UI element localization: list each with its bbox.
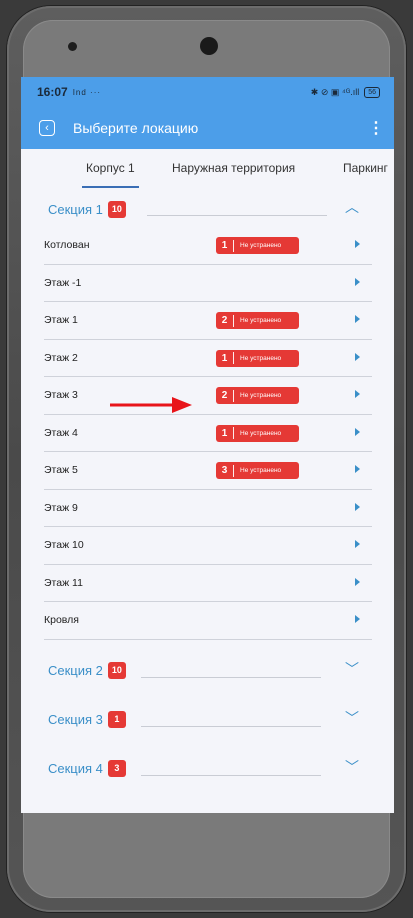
floor-row[interactable]: Котлован 1 Не устранено (21, 227, 394, 265)
chevron-right-icon[interactable] (355, 540, 360, 548)
status-signal-icons: ✱ ⊘ ▣ ⁴ᴳ.ıll (310, 86, 360, 97)
issue-status-badge: 2 Не устранено (216, 312, 299, 329)
section-3-header[interactable]: Секция 3 1 ﹀ (21, 695, 394, 744)
floor-label: Этаж 11 (44, 576, 83, 589)
chevron-up-icon[interactable]: ︿ (345, 197, 359, 217)
floor-row[interactable]: Этаж 10 (21, 527, 394, 565)
chevron-right-icon[interactable] (355, 352, 360, 361)
issue-status-text: Не устранено (240, 354, 282, 362)
section-divider (141, 774, 321, 776)
floor-row[interactable]: Этаж 4 1 Не устранено (21, 415, 394, 452)
section-count-badge: 1 (107, 710, 126, 728)
section-label: Секция 3 (48, 711, 103, 727)
section-4-header[interactable]: Секция 4 3 ﹀ (21, 744, 394, 793)
issue-count: 2 (221, 390, 228, 401)
chevron-right-icon[interactable] (355, 277, 360, 286)
issue-status-text: Не устранено (240, 242, 282, 249)
chevron-right-icon[interactable] (355, 465, 360, 473)
red-arrow-annotation (110, 397, 192, 413)
section-label: Секция 1 (48, 201, 103, 217)
tab-outdoor-area[interactable]: Наружная территория (172, 161, 295, 175)
floor-label: Этаж 9 (44, 501, 78, 514)
section-label: Секция 4 (48, 760, 103, 776)
row-divider (44, 638, 372, 640)
front-camera (200, 37, 218, 55)
issue-status-badge: 1 Не устранено (216, 349, 299, 367)
badge-separator (233, 389, 234, 402)
badge-separator (233, 239, 234, 252)
badge-separator (233, 314, 234, 327)
floor-row[interactable]: Этаж 9 (21, 490, 394, 527)
battery-icon: 56 (364, 86, 380, 98)
floor-label: Котлован (44, 239, 90, 251)
section-divider (141, 725, 321, 727)
chevron-right-icon[interactable] (355, 427, 360, 436)
chevron-right-icon[interactable] (355, 577, 360, 586)
tab-bar: Корпус 1 Наружная территория Паркинг (21, 149, 394, 189)
issue-status-text: Не устранено (240, 317, 282, 324)
screen: 16:07 Ind ··· ✱ ⊘ ▣ ⁴ᴳ.ıll 56 ‹ Выберите… (21, 77, 394, 813)
floor-row[interactable]: Этаж -1 (21, 265, 394, 302)
status-bar: 16:07 Ind ··· ✱ ⊘ ▣ ⁴ᴳ.ıll 56 (21, 77, 394, 107)
chevron-down-icon[interactable]: ﹀ (345, 757, 359, 777)
section-1-header[interactable]: Секция 1 10 ︿ (21, 191, 394, 227)
tab-korpus-1[interactable]: Корпус 1 (82, 161, 139, 188)
issue-status-badge: 2 Не устранено (216, 387, 299, 404)
chevron-left-icon: ‹ (45, 121, 49, 134)
chevron-down-icon[interactable]: ﹀ (345, 659, 359, 679)
app-bar: ‹ Выберите локацию ⋮ (21, 107, 394, 149)
floor-row[interactable]: Кровля (21, 602, 394, 640)
floor-label: Этаж 1 (44, 314, 78, 326)
floor-label: Этаж 5 (44, 464, 78, 476)
badge-separator (233, 464, 234, 477)
chevron-down-icon[interactable]: ﹀ (345, 708, 359, 728)
chevron-right-icon[interactable] (355, 502, 360, 511)
section-divider (147, 215, 327, 216)
issue-count: 1 (221, 427, 228, 439)
issue-count: 3 (221, 465, 228, 476)
more-menu-icon[interactable]: ⋮ (368, 118, 384, 138)
issue-count: 1 (221, 352, 228, 364)
floor-label: Этаж 2 (44, 351, 78, 364)
back-button[interactable]: ‹ (39, 120, 55, 136)
chevron-right-icon[interactable] (355, 615, 360, 623)
floor-label: Этаж 4 (44, 426, 78, 439)
floor-row[interactable]: Этаж 1 2 Не устранено (21, 302, 394, 340)
floor-label: Этаж -1 (44, 276, 82, 289)
floor-label: Кровля (44, 614, 79, 626)
status-carrier: Ind ··· (72, 87, 102, 97)
issue-status-text: Не устранено (240, 392, 282, 399)
issue-status-text: Не устранено (240, 429, 282, 437)
issue-status-badge: 3 Не устранено (216, 462, 299, 479)
section-count-badge: 10 (107, 661, 126, 679)
badge-separator (233, 352, 234, 364)
floor-row[interactable]: Этаж 5 3 Не устранено (21, 452, 394, 490)
section-2-header[interactable]: Секция 2 10 ﹀ (21, 646, 394, 695)
chevron-right-icon[interactable] (355, 390, 360, 398)
floor-label: Этаж 10 (44, 539, 84, 551)
floor-row[interactable]: Этаж 11 (21, 565, 394, 602)
status-time: 16:07 (37, 85, 68, 99)
issue-status-badge: 1 Не устранено (216, 237, 299, 254)
issue-count: 1 (221, 240, 228, 251)
section-count-badge: 10 (107, 200, 126, 218)
sensor-dot (68, 42, 77, 51)
chevron-right-icon[interactable] (355, 315, 360, 323)
section-divider (141, 676, 321, 678)
floor-row[interactable]: Этаж 2 1 Не устранено (21, 340, 394, 377)
issue-status-badge: 1 Не устранено (216, 424, 299, 442)
badge-separator (233, 427, 234, 439)
section-count-badge: 3 (107, 759, 126, 777)
floor-label: Этаж 3 (44, 389, 78, 401)
tab-parking[interactable]: Паркинг (343, 161, 388, 175)
issue-status-text: Не устранено (240, 467, 282, 474)
status-icons: ✱ ⊘ ▣ ⁴ᴳ.ıll 56 (310, 86, 380, 98)
page-title: Выберите локацию (73, 120, 199, 136)
section-label: Секция 2 (48, 662, 103, 678)
chevron-right-icon[interactable] (355, 240, 360, 248)
floor-row[interactable]: Этаж 3 2 Не устранено (21, 377, 394, 415)
issue-count: 2 (221, 315, 228, 326)
floor-list: Котлован 1 Не устранено Этаж -1 Этаж 1 2 Не ус… (21, 227, 394, 640)
